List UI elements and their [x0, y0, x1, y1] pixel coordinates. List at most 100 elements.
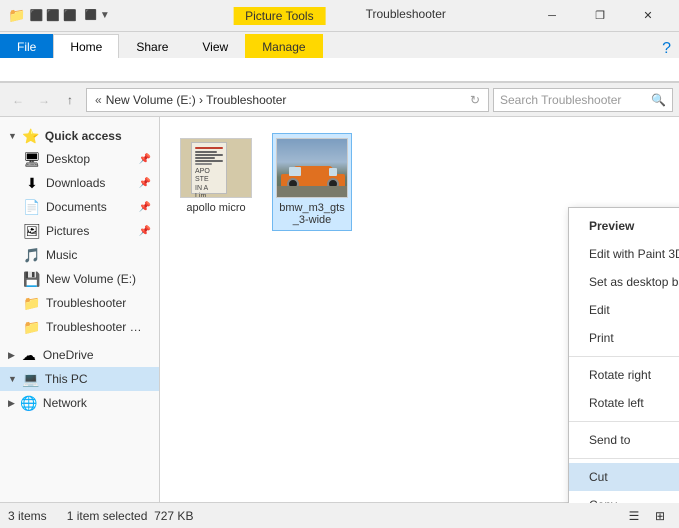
picture-tools-tab: Picture Tools: [233, 7, 325, 25]
sidebar-quick-access[interactable]: ▼ ⭐ Quick access: [0, 125, 159, 147]
sidebar-network[interactable]: ▶ 🌐 Network: [0, 391, 159, 415]
title-bar: 📁 ⬛ ⬛ ⬛ ⬛ ▼ Picture Tools Troubleshooter…: [0, 0, 679, 32]
folder-yellow2-icon: 📁: [24, 319, 40, 335]
file-name-apollo: apollo micro: [186, 202, 245, 214]
minimize-button[interactable]: ─: [529, 0, 575, 32]
ctx-rotate-right[interactable]: Rotate right: [569, 361, 679, 389]
help-icon[interactable]: ?: [662, 40, 679, 58]
onedrive-icon: ☁: [21, 347, 37, 363]
context-menu: Preview Edit with Paint 3D Set as deskto…: [568, 207, 679, 503]
file-thumbnail-apollo: APOSTEIN ALim: [180, 138, 252, 198]
back-button[interactable]: ←: [6, 88, 30, 112]
file-name-bmw: bmw_m3_gts_3-wide: [277, 202, 347, 226]
search-label: Search Troubleshooter: [500, 93, 647, 107]
file-thumbnail-bmw: [276, 138, 348, 198]
forward-button[interactable]: →: [32, 88, 56, 112]
pin-icon: 📌: [139, 226, 151, 237]
music-icon: 🎵: [24, 247, 40, 263]
sidebar-label: Downloads: [46, 176, 105, 190]
sidebar-label: Pictures: [46, 224, 89, 238]
sidebar-label: Desktop: [46, 152, 90, 166]
ribbon: File Home Share View Manage ?: [0, 32, 679, 83]
sidebar-item-music[interactable]: 🎵 Music: [0, 243, 159, 267]
pin-icon: 📌: [139, 202, 151, 213]
file-item-bmw[interactable]: bmw_m3_gts_3-wide: [272, 133, 352, 231]
ribbon-tabs: File Home Share View Manage ?: [0, 32, 679, 58]
refresh-icon[interactable]: ↻: [470, 93, 480, 107]
ctx-cut[interactable]: Cut: [569, 463, 679, 491]
tab-manage[interactable]: Manage: [245, 34, 322, 58]
desktop-icon: 🖥: [24, 151, 40, 167]
search-box[interactable]: Search Troubleshooter 🔍: [493, 88, 673, 112]
sidebar-item-troubleshooter[interactable]: 📁 Troubleshooter: [0, 291, 159, 315]
sidebar-label: Troubleshooter Wor: [46, 320, 151, 334]
tab-view[interactable]: View: [185, 34, 245, 58]
title-bar-left: 📁 ⬛ ⬛ ⬛ ⬛ ▼: [8, 7, 110, 24]
title-bar-buttons: ─ ❐ ✕: [529, 0, 671, 32]
selection-info: 1 item selected 727 KB: [67, 509, 194, 523]
sidebar-item-documents[interactable]: 📄 Documents 📌: [0, 195, 159, 219]
sidebar-label: Music: [46, 248, 77, 262]
main-area: ▼ ⭐ Quick access 🖥 Desktop 📌 ⬇ Downloads…: [0, 117, 679, 503]
expand-icon: ▶: [8, 398, 15, 409]
close-button[interactable]: ✕: [625, 0, 671, 32]
window-title: Troubleshooter: [366, 7, 446, 25]
tab-home[interactable]: Home: [53, 34, 119, 58]
pc-icon: 💻: [23, 371, 39, 387]
network-icon: 🌐: [21, 395, 37, 411]
sidebar-item-downloads[interactable]: ⬇ Downloads 📌: [0, 171, 159, 195]
ctx-separator-2: [569, 421, 679, 422]
expand-icon: ▼: [8, 374, 17, 384]
ctx-preview[interactable]: Preview: [569, 212, 679, 240]
sidebar-label: Documents: [46, 200, 107, 214]
tab-share[interactable]: Share: [119, 34, 185, 58]
quick-access-label: Quick access: [45, 129, 122, 143]
ribbon-content: [0, 58, 679, 82]
drive-icon: 💾: [24, 271, 40, 287]
downloads-icon: ⬇: [24, 175, 40, 191]
tab-file[interactable]: File: [0, 34, 53, 58]
pin-icon: 📌: [139, 154, 151, 165]
item-count: 3 items: [8, 509, 47, 523]
ctx-separator-1: [569, 356, 679, 357]
nav-buttons: ← → ↑: [6, 88, 82, 112]
sidebar-onedrive[interactable]: ▶ ☁ OneDrive: [0, 343, 159, 367]
sidebar-this-pc[interactable]: ▼ 💻 This PC: [0, 367, 159, 391]
ctx-print[interactable]: Print: [569, 324, 679, 352]
ctx-rotate-left[interactable]: Rotate left: [569, 389, 679, 417]
ctx-set-desktop[interactable]: Set as desktop background: [569, 268, 679, 296]
address-input[interactable]: « New Volume (E:) › Troubleshooter ↻: [86, 88, 489, 112]
this-pc-label: This PC: [45, 372, 88, 386]
sidebar-item-desktop[interactable]: 🖥 Desktop 📌: [0, 147, 159, 171]
pictures-icon: 🖼: [24, 223, 40, 239]
pin-icon: 📌: [139, 178, 151, 189]
expand-icon: ▼: [8, 131, 17, 141]
ctx-copy[interactable]: Copy: [569, 491, 679, 503]
sidebar-label: Troubleshooter: [46, 296, 126, 310]
network-label: Network: [43, 396, 87, 410]
toolbar-icons: ⬛ ▼: [85, 10, 110, 21]
star-icon: ⭐: [23, 128, 39, 144]
sidebar-item-troubleshooter-wor[interactable]: 📁 Troubleshooter Wor: [0, 315, 159, 339]
ctx-separator-3: [569, 458, 679, 459]
content-area: APOSTEIN ALim apollo micro: [160, 117, 679, 503]
file-item-apollo[interactable]: APOSTEIN ALim apollo micro: [176, 133, 256, 231]
breadcrumb-left-icon: «: [95, 93, 102, 107]
ctx-edit-paint3d[interactable]: Edit with Paint 3D: [569, 240, 679, 268]
sidebar-label: New Volume (E:): [46, 272, 136, 286]
details-view-button[interactable]: ☰: [623, 506, 645, 526]
title-bar-center: Picture Tools Troubleshooter: [233, 7, 446, 25]
up-button[interactable]: ↑: [58, 88, 82, 112]
sidebar-item-pictures[interactable]: 🖼 Pictures 📌: [0, 219, 159, 243]
onedrive-label: OneDrive: [43, 348, 94, 362]
quick-access-icon: ⬛ ⬛ ⬛: [29, 9, 76, 22]
view-buttons: ☰ ⊞: [623, 506, 671, 526]
search-icon[interactable]: 🔍: [651, 93, 666, 107]
large-icons-button[interactable]: ⊞: [649, 506, 671, 526]
ctx-edit[interactable]: Edit: [569, 296, 679, 324]
documents-icon: 📄: [24, 199, 40, 215]
restore-button[interactable]: ❐: [577, 0, 623, 32]
breadcrumb-path: New Volume (E:) › Troubleshooter: [106, 93, 287, 107]
ctx-send-to[interactable]: Send to ►: [569, 426, 679, 454]
sidebar-item-newvolume[interactable]: 💾 New Volume (E:): [0, 267, 159, 291]
